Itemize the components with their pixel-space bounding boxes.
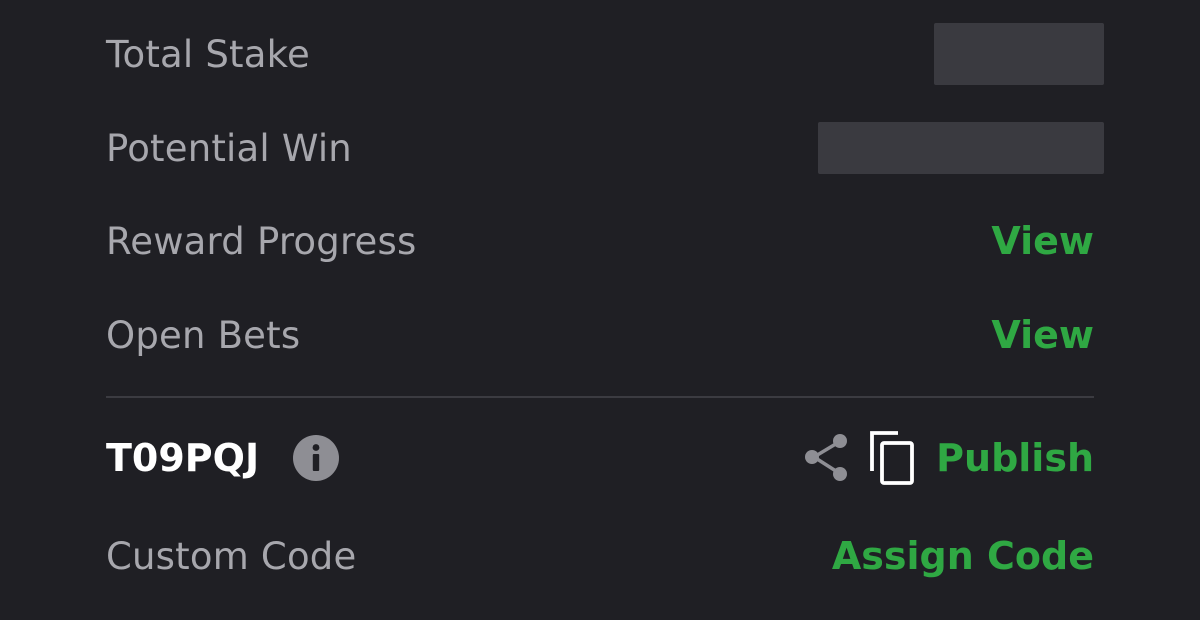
share-icon[interactable] (802, 432, 850, 484)
total-stake-label: Total Stake (106, 32, 310, 76)
info-icon[interactable] (293, 435, 340, 481)
bet-summary-panel: Total Stake Potential Win Reward Progres… (0, 0, 1200, 620)
potential-win-label: Potential Win (106, 126, 352, 170)
booking-actions: Publish (802, 429, 1094, 487)
custom-code-row: Custom Code Assign Code (106, 526, 1094, 586)
reward-progress-row: Reward Progress View (106, 211, 1094, 271)
section-divider (106, 396, 1094, 398)
booking-code: T09PQJ (106, 436, 260, 480)
copy-icon[interactable] (868, 429, 918, 487)
publish-button[interactable]: Publish (936, 439, 1094, 477)
booking-code-group: T09PQJ (106, 435, 340, 481)
potential-win-row: Potential Win (106, 118, 1104, 178)
assign-code-link[interactable]: Assign Code (832, 537, 1094, 575)
open-bets-view-link[interactable]: View (991, 316, 1094, 354)
open-bets-label: Open Bets (106, 313, 301, 357)
potential-win-value-redacted (818, 122, 1104, 174)
total-stake-value-redacted (934, 23, 1104, 85)
reward-progress-view-link[interactable]: View (991, 222, 1094, 260)
booking-code-row: T09PQJ Publish (106, 426, 1094, 490)
reward-progress-label: Reward Progress (106, 219, 417, 263)
custom-code-label: Custom Code (106, 534, 357, 578)
open-bets-row: Open Bets View (106, 305, 1094, 365)
total-stake-row: Total Stake (106, 23, 1104, 85)
